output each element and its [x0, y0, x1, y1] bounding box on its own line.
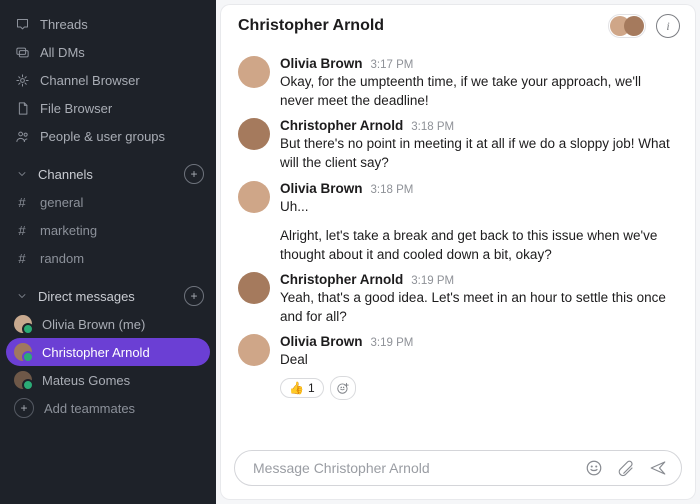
emoji-button[interactable]	[583, 459, 605, 477]
message-text: Alright, let's take a break and get back…	[280, 226, 678, 264]
channel-browser-icon	[14, 73, 30, 88]
composer	[234, 450, 682, 486]
hash-icon: #	[14, 223, 30, 238]
message-time: 3:17 PM	[371, 59, 414, 71]
message-author[interactable]: Christopher Arnold	[280, 118, 403, 133]
dm-mateus[interactable]: Mateus Gomes	[0, 366, 216, 394]
reaction-count: 1	[308, 381, 315, 395]
chevron-down-icon	[14, 168, 30, 180]
channel-marketing[interactable]: # marketing	[0, 216, 216, 244]
dms-header-label: Direct messages	[38, 289, 135, 304]
dm-olivia-self[interactable]: Olivia Brown (me)	[0, 310, 216, 338]
dms-header[interactable]: Direct messages +	[0, 282, 216, 310]
sidebar: Threads All DMs Channel Browser File Bro…	[0, 0, 216, 504]
avatar	[14, 371, 32, 389]
people-icon	[14, 129, 30, 144]
avatar	[14, 315, 32, 333]
add-teammates[interactable]: + Add teammates	[0, 394, 216, 422]
reaction-thumbs-up[interactable]: 👍 1	[280, 378, 324, 398]
nav-label: People & user groups	[40, 129, 165, 144]
channels-header[interactable]: Channels +	[0, 160, 216, 188]
nav-label: Channel Browser	[40, 73, 140, 88]
nav-channel-browser[interactable]: Channel Browser	[0, 66, 216, 94]
main-panel: Christopher Arnold i Olivia Brown 3:17 P…	[220, 4, 696, 500]
message: Olivia Brown 3:18 PM Uh... Alright, let'…	[238, 181, 678, 264]
avatar	[624, 16, 644, 36]
file-browser-icon	[14, 101, 30, 116]
nav-all-dms[interactable]: All DMs	[0, 38, 216, 66]
nav-label: Threads	[40, 17, 88, 32]
dm-label: Olivia Brown (me)	[42, 317, 145, 332]
chevron-down-icon	[14, 290, 30, 302]
dms-icon	[14, 45, 30, 60]
avatar[interactable]	[238, 56, 270, 88]
hash-icon: #	[14, 195, 30, 210]
channels-header-label: Channels	[38, 167, 93, 182]
add-teammates-label: Add teammates	[44, 401, 135, 416]
nav-label: All DMs	[40, 45, 85, 60]
message-time: 3:19 PM	[371, 337, 414, 349]
add-reaction-button[interactable]	[330, 376, 356, 400]
nav-label: File Browser	[40, 101, 112, 116]
channel-random[interactable]: # random	[0, 244, 216, 272]
message-text: Yeah, that's a good idea. Let's meet in …	[280, 288, 678, 326]
message-list: Olivia Brown 3:17 PM Okay, for the umpte…	[220, 48, 696, 442]
hash-icon: #	[14, 251, 30, 266]
attach-button[interactable]	[615, 459, 637, 477]
message-text: Uh...	[280, 197, 678, 216]
add-dm-button[interactable]: +	[184, 286, 204, 306]
message-author[interactable]: Olivia Brown	[280, 56, 363, 71]
send-button[interactable]	[647, 459, 669, 477]
message-time: 3:19 PM	[411, 275, 454, 287]
message-author[interactable]: Christopher Arnold	[280, 272, 403, 287]
avatar[interactable]	[238, 334, 270, 366]
add-channel-button[interactable]: +	[184, 164, 204, 184]
message-time: 3:18 PM	[411, 121, 454, 133]
reactions: 👍 1	[280, 376, 678, 400]
avatar[interactable]	[238, 118, 270, 150]
channel-label: marketing	[40, 223, 97, 238]
message: Christopher Arnold 3:18 PM But there's n…	[238, 118, 678, 172]
message-time: 3:18 PM	[371, 184, 414, 196]
message-input[interactable]	[251, 459, 583, 477]
channel-label: random	[40, 251, 84, 266]
reaction-emoji: 👍	[289, 381, 304, 395]
avatar	[14, 343, 32, 361]
member-avatars[interactable]	[608, 14, 646, 38]
channel-general[interactable]: # general	[0, 188, 216, 216]
message: Olivia Brown 3:19 PM Deal 👍 1	[238, 334, 678, 399]
dm-christopher[interactable]: Christopher Arnold	[6, 338, 210, 366]
conversation-title[interactable]: Christopher Arnold	[238, 17, 384, 35]
avatar[interactable]	[238, 181, 270, 213]
plus-icon: +	[14, 398, 34, 418]
info-button[interactable]: i	[656, 14, 680, 38]
channel-label: general	[40, 195, 83, 210]
dm-label: Christopher Arnold	[42, 345, 150, 360]
message: Christopher Arnold 3:19 PM Yeah, that's …	[238, 272, 678, 326]
nav-file-browser[interactable]: File Browser	[0, 94, 216, 122]
message-text: Okay, for the umpteenth time, if we take…	[280, 72, 678, 110]
message: Olivia Brown 3:17 PM Okay, for the umpte…	[238, 56, 678, 110]
nav-people[interactable]: People & user groups	[0, 122, 216, 150]
threads-icon	[14, 17, 30, 32]
message-text: But there's no point in meeting it at al…	[280, 134, 678, 172]
message-author[interactable]: Olivia Brown	[280, 181, 363, 196]
avatar[interactable]	[238, 272, 270, 304]
dm-label: Mateus Gomes	[42, 373, 130, 388]
nav-threads[interactable]: Threads	[0, 10, 216, 38]
conversation-header: Christopher Arnold i	[220, 4, 696, 48]
message-author[interactable]: Olivia Brown	[280, 334, 363, 349]
message-text: Deal	[280, 350, 678, 369]
